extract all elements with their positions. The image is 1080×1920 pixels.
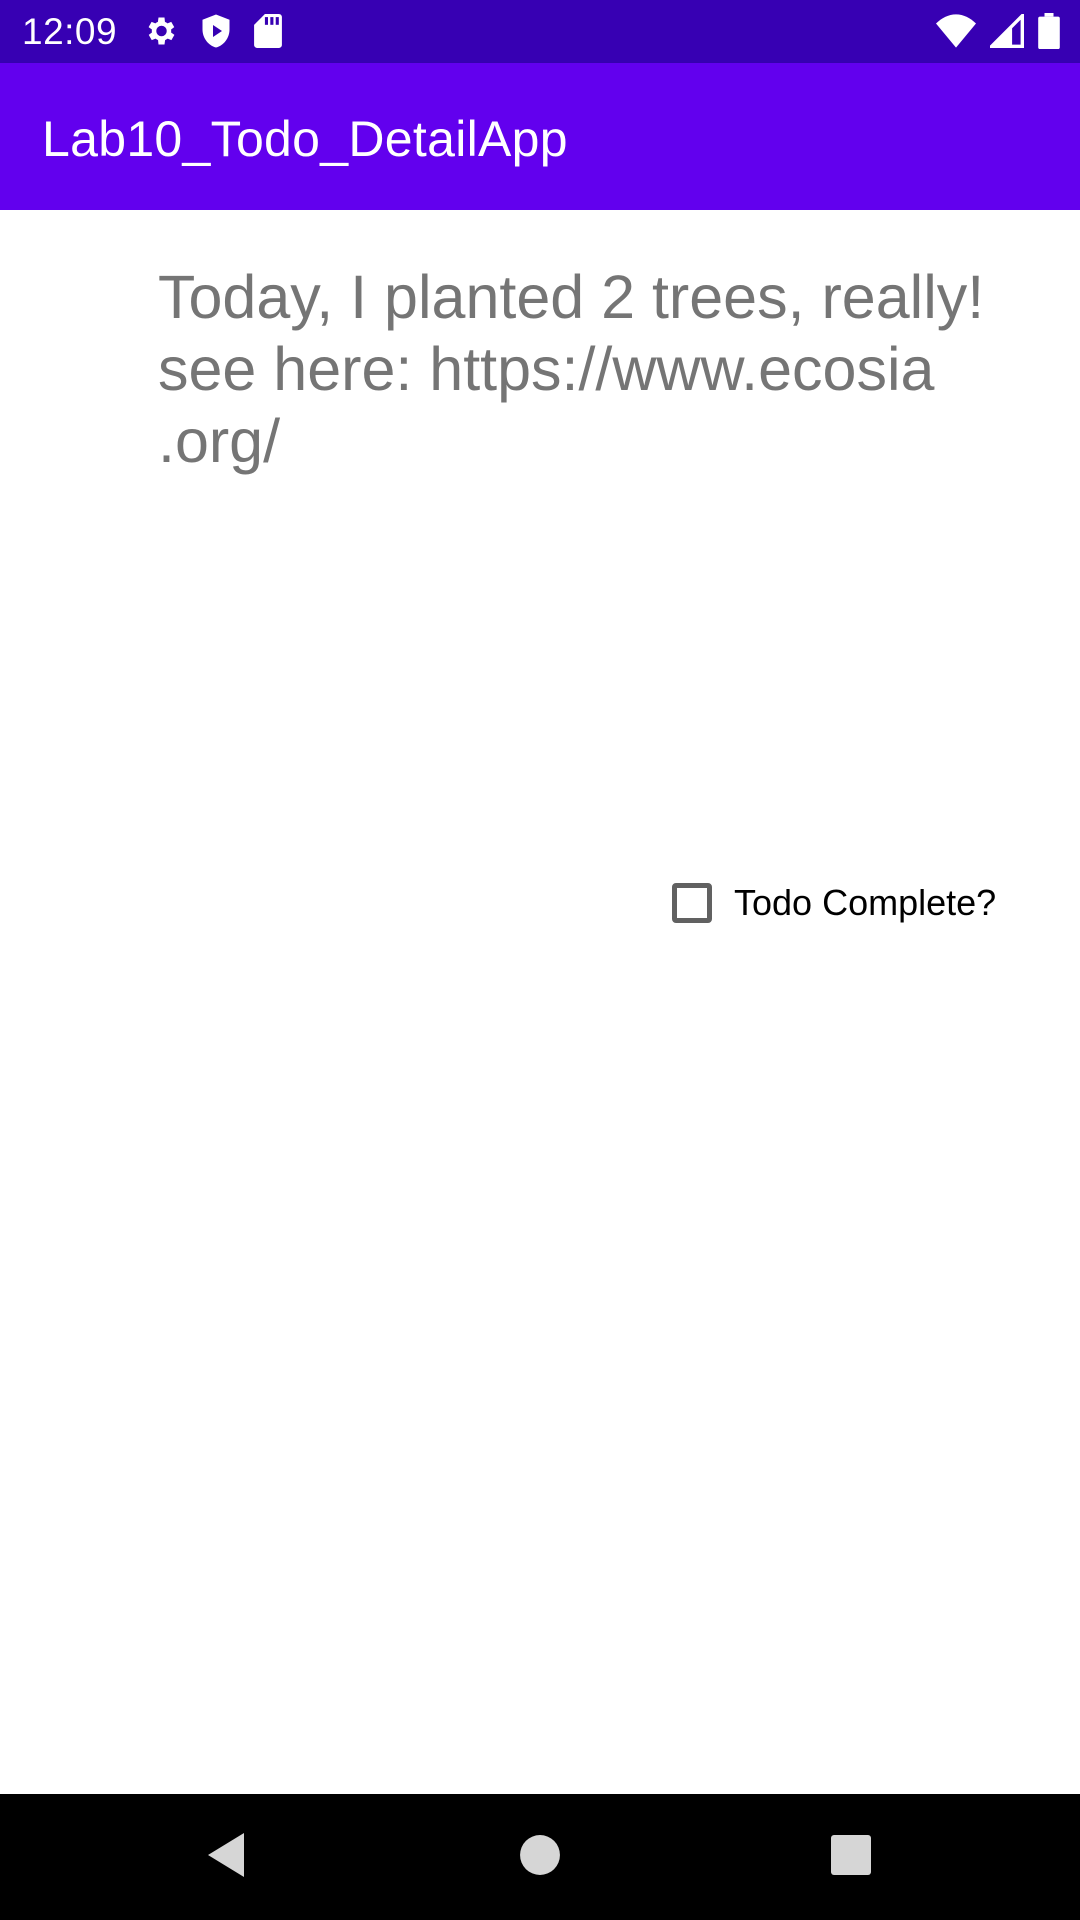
todo-text: Today, I planted 2 trees, really! see he… <box>158 263 985 475</box>
todo-detail-content: Today, I planted 2 trees, really! see he… <box>0 210 1080 1794</box>
recents-icon <box>831 1834 871 1880</box>
home-icon <box>519 1834 561 1881</box>
back-button[interactable] <box>163 1794 289 1920</box>
checkbox-box[interactable] <box>672 883 712 923</box>
settings-icon <box>142 13 178 49</box>
home-button[interactable] <box>477 1794 603 1920</box>
battery-icon <box>1038 13 1060 49</box>
status-left-icons <box>142 13 282 49</box>
navigation-bar <box>0 1794 1080 1920</box>
checkbox-label: Todo Complete? <box>734 882 997 923</box>
todo-complete-checkbox[interactable]: Todo Complete? <box>672 882 996 924</box>
recents-button[interactable] <box>788 1794 914 1920</box>
back-icon <box>204 1831 248 1884</box>
shield-play-icon <box>200 13 232 49</box>
cellular-signal-icon <box>990 14 1024 48</box>
sd-card-icon <box>254 14 282 48</box>
app-bar: Lab10_Todo_DetailApp <box>0 63 1080 210</box>
wifi-icon <box>936 14 976 48</box>
app-title: Lab10_Todo_DetailApp <box>42 111 568 167</box>
status-right-icons <box>936 13 1060 49</box>
status-time: 12:09 <box>22 11 118 52</box>
status-bar: 12:09 <box>0 0 1080 63</box>
